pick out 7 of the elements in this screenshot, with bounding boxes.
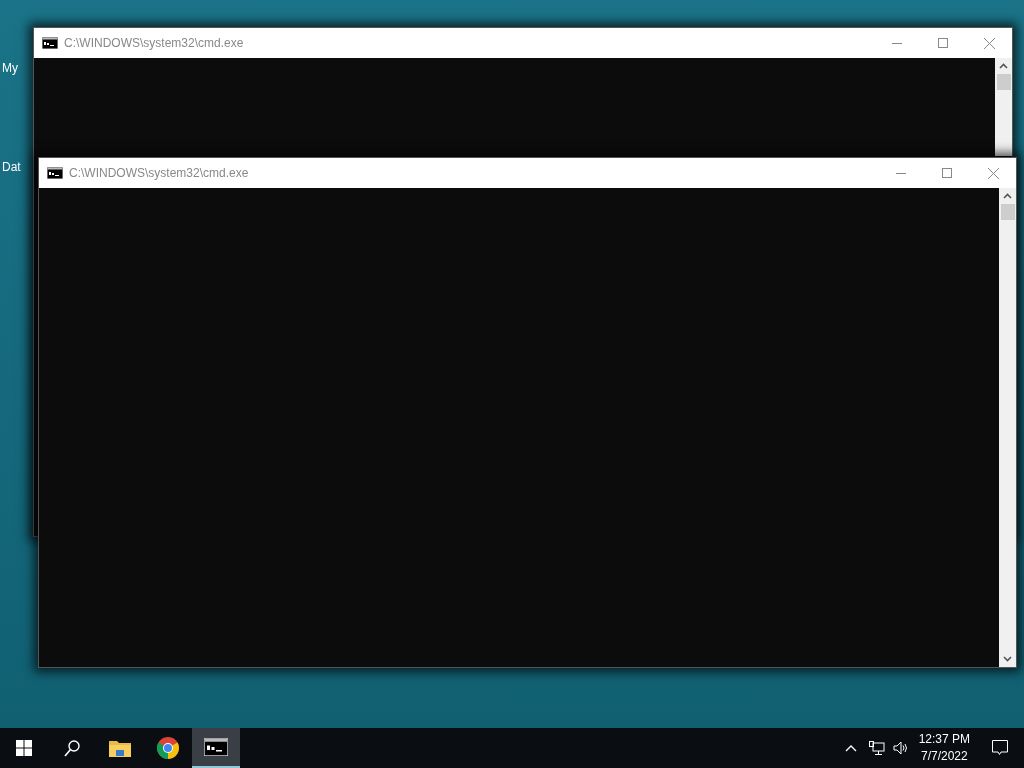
- desktop-icon-label[interactable]: Dat: [2, 158, 21, 176]
- clock[interactable]: 12:37 PM 7/7/2022: [918, 731, 970, 765]
- window-title: C:\WINDOWS\system32\cmd.exe: [69, 165, 249, 182]
- clock-date: 7/7/2022: [920, 748, 968, 765]
- window-title: C:\WINDOWS\system32\cmd.exe: [64, 35, 244, 52]
- clock-time: 12:37 PM: [918, 731, 970, 748]
- desktop-icon-label[interactable]: My: [2, 59, 18, 77]
